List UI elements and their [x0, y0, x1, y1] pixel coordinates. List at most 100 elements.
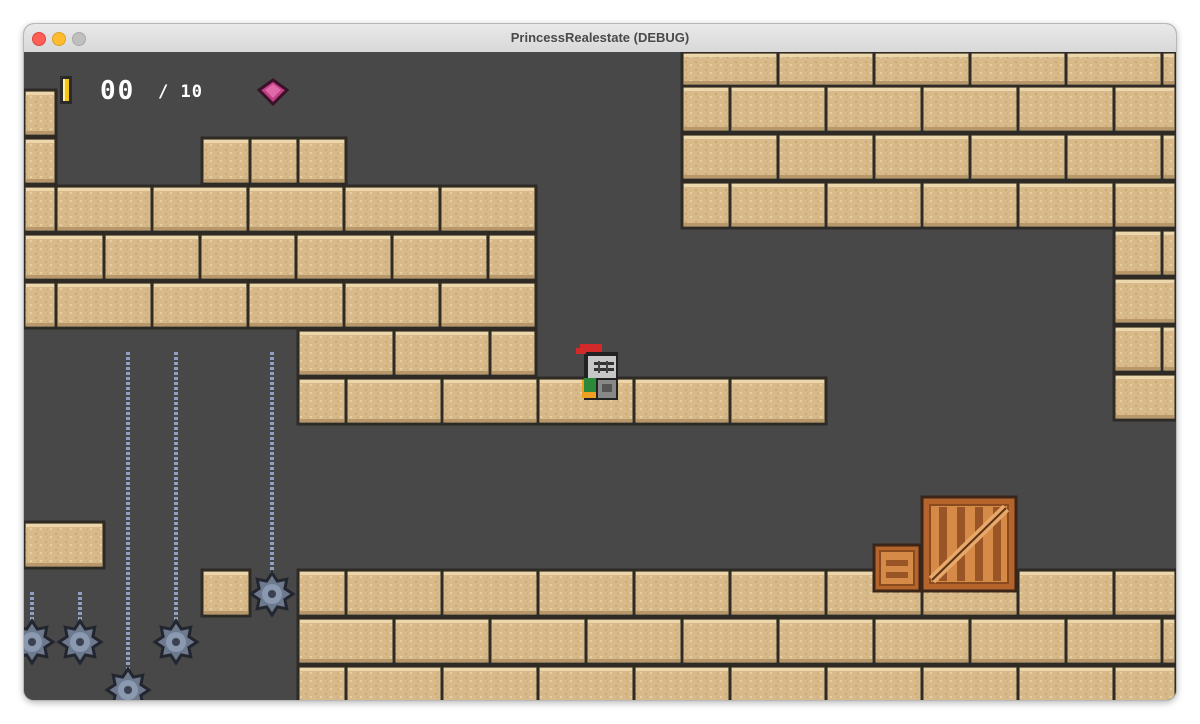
brick-tile	[632, 664, 732, 700]
brick-tile	[776, 132, 876, 182]
brick-tile	[296, 328, 396, 378]
brick-tile	[680, 180, 732, 230]
brick-tile	[1064, 132, 1164, 182]
brick-tile	[1064, 52, 1164, 88]
brick-tile	[1160, 52, 1176, 88]
brick-tile	[150, 280, 250, 330]
coin-total: / 10	[158, 82, 203, 102]
brick-tile	[24, 184, 58, 234]
brick-tile	[296, 376, 348, 426]
title-bar[interactable]: PrincessRealestate (DEBUG)	[24, 24, 1176, 53]
brick-tile	[728, 84, 828, 134]
brick-tile	[198, 232, 298, 282]
brick-tile	[296, 616, 396, 666]
brick-tile	[584, 616, 684, 666]
spike-ball	[152, 618, 200, 666]
brick-tile	[200, 568, 252, 618]
window-title: PrincessRealestate (DEBUG)	[510, 30, 690, 45]
brick-tile	[440, 664, 540, 700]
small-crate	[872, 543, 922, 593]
brick-tile	[344, 568, 444, 618]
spike-ball-layer	[24, 570, 296, 700]
brick-tile	[200, 136, 252, 186]
brick-tile	[24, 88, 58, 138]
game-viewport[interactable]: 00 / 10	[24, 52, 1176, 700]
brick-tile	[344, 664, 444, 700]
brick-tile	[54, 184, 154, 234]
brick-tile	[680, 52, 780, 88]
coin-icon	[60, 76, 72, 104]
large-crate	[920, 495, 1018, 593]
brick-tile	[1160, 324, 1176, 374]
brick-tile	[1112, 180, 1176, 230]
brick-tile	[1112, 324, 1164, 374]
brick-tile	[24, 232, 106, 282]
brick-tile	[24, 520, 106, 570]
brick-tile	[824, 664, 924, 700]
spike-ball	[56, 618, 104, 666]
brick-tile	[296, 664, 348, 700]
brick-tile	[632, 568, 732, 618]
brick-tile	[24, 136, 58, 186]
game-scene	[24, 52, 1176, 700]
brick-tile	[968, 52, 1068, 88]
brick-tile	[1112, 664, 1176, 700]
brick-tile	[1112, 276, 1176, 326]
brick-tile	[632, 376, 732, 426]
brick-tile	[24, 280, 58, 330]
brick-tile	[968, 616, 1068, 666]
brick-tile	[968, 132, 1068, 182]
brick-tile	[1112, 372, 1176, 422]
brick-tile	[824, 180, 924, 230]
brick-tile	[1064, 616, 1164, 666]
brick-tile	[344, 376, 444, 426]
coin-counter: 00	[100, 76, 136, 106]
brick-tile	[246, 184, 346, 234]
brick-tile	[248, 136, 300, 186]
brick-tile	[920, 664, 1020, 700]
brick-tile	[536, 568, 636, 618]
brick-tile	[440, 568, 540, 618]
brick-tile	[1016, 664, 1116, 700]
brick-tile	[342, 184, 442, 234]
brick-tile	[872, 616, 972, 666]
brick-tile	[246, 280, 346, 330]
brick-tile	[920, 180, 1020, 230]
brick-tile	[392, 328, 492, 378]
brick-tile	[150, 184, 250, 234]
brick-tile	[1160, 132, 1176, 182]
brick-tile	[440, 376, 540, 426]
brick-tile	[1112, 84, 1176, 134]
chain-layer	[30, 352, 274, 672]
brick-tile	[392, 616, 492, 666]
brick-tile	[1112, 568, 1176, 618]
brick-tile	[296, 568, 348, 618]
brick-tile	[102, 232, 202, 282]
brick-tile	[920, 84, 1020, 134]
brick-tile	[488, 616, 588, 666]
brick-tile	[680, 616, 780, 666]
spike-ball	[248, 570, 296, 618]
brick-tile	[342, 280, 442, 330]
brick-tile	[1160, 228, 1176, 278]
brick-tile	[390, 232, 490, 282]
brick-tile	[728, 568, 828, 618]
brick-tile	[872, 132, 972, 182]
spike-ball	[24, 618, 56, 666]
brick-tile	[438, 184, 538, 234]
brick-tile	[1016, 180, 1116, 230]
brick-tile	[536, 664, 636, 700]
brick-tile	[1016, 568, 1116, 618]
spike-ball	[104, 666, 152, 700]
brick-tile	[824, 84, 924, 134]
brick-tile	[776, 616, 876, 666]
brick-tile	[872, 52, 972, 88]
game-window: PrincessRealestate (DEBUG) 00 / 10	[24, 24, 1176, 700]
brick-tile	[438, 280, 538, 330]
brick-tile	[1112, 228, 1164, 278]
brick-tile	[1016, 84, 1116, 134]
knight-player	[576, 344, 618, 400]
brick-tile	[488, 328, 538, 378]
brick-tile	[296, 136, 348, 186]
brick-tile	[728, 664, 828, 700]
